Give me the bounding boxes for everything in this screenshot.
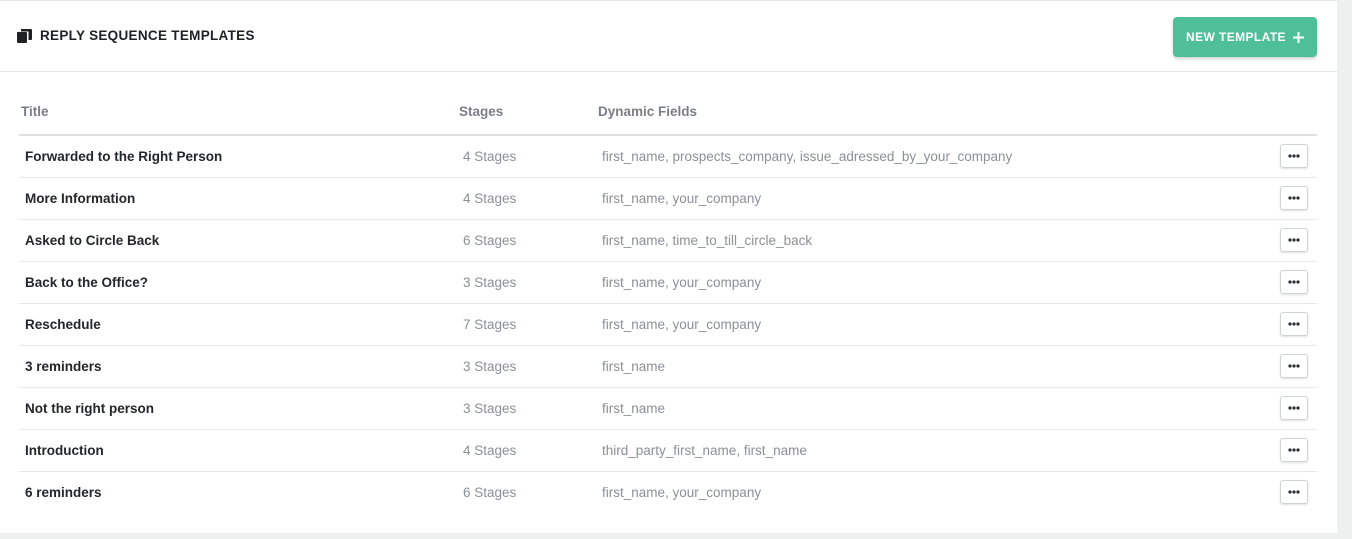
row-actions-button[interactable] xyxy=(1280,480,1308,504)
template-stages: 4 Stages xyxy=(463,191,517,206)
row-actions-button[interactable] xyxy=(1280,270,1308,294)
card-header: REPLY SEQUENCE TEMPLATES NEW TEMPLATE xyxy=(0,1,1337,72)
plus-icon xyxy=(1292,31,1304,43)
table-body: Forwarded to the Right Person 4 Stages fir… xyxy=(19,136,1317,514)
table-row[interactable]: Not the right person 3 Stages first_name xyxy=(19,388,1317,430)
template-stages: 3 Stages xyxy=(463,401,517,416)
template-stages: 3 Stages xyxy=(463,275,517,290)
templates-card: REPLY SEQUENCE TEMPLATES NEW TEMPLATE Ti… xyxy=(0,0,1337,533)
template-dynamic-fields: third_party_first_name, first_name xyxy=(602,443,807,458)
template-title[interactable]: Reschedule xyxy=(25,317,101,332)
more-horizontal-icon xyxy=(1288,490,1300,494)
table-header: Title Stages Dynamic Fields xyxy=(19,91,1317,136)
more-horizontal-icon xyxy=(1288,280,1300,284)
row-actions-button[interactable] xyxy=(1280,228,1308,252)
template-dynamic-fields: first_name, your_company xyxy=(602,191,762,206)
row-actions-button[interactable] xyxy=(1280,438,1308,462)
more-horizontal-icon xyxy=(1288,238,1300,242)
more-horizontal-icon xyxy=(1288,322,1300,326)
template-title[interactable]: Not the right person xyxy=(25,401,154,416)
more-horizontal-icon xyxy=(1288,154,1300,158)
row-actions-button[interactable] xyxy=(1280,354,1308,378)
page-title: REPLY SEQUENCE TEMPLATES xyxy=(40,28,255,43)
more-horizontal-icon xyxy=(1288,448,1300,452)
column-header-title[interactable]: Title xyxy=(21,104,49,119)
template-title[interactable]: Back to the Office? xyxy=(25,275,148,290)
more-horizontal-icon xyxy=(1288,406,1300,410)
template-title[interactable]: 6 reminders xyxy=(25,485,102,500)
template-dynamic-fields: first_name, your_company xyxy=(602,317,762,332)
template-stages: 4 Stages xyxy=(463,149,517,164)
table-row[interactable]: 3 reminders 3 Stages first_name xyxy=(19,346,1317,388)
template-title[interactable]: Asked to Circle Back xyxy=(25,233,159,248)
column-header-dynamic-fields[interactable]: Dynamic Fields xyxy=(598,104,697,119)
more-horizontal-icon xyxy=(1288,196,1300,200)
template-title[interactable]: Introduction xyxy=(25,443,104,458)
table-row[interactable]: Asked to Circle Back 6 Stages first_name, … xyxy=(19,220,1317,262)
new-template-label: NEW TEMPLATE xyxy=(1186,30,1286,44)
row-actions-button[interactable] xyxy=(1280,396,1308,420)
table-row[interactable]: More Information 4 Stages first_name, your… xyxy=(19,178,1317,220)
template-stages: 3 Stages xyxy=(463,359,517,374)
template-dynamic-fields: first_name, prospects_company, issue_adr… xyxy=(602,149,1013,164)
templates-table: Title Stages Dynamic Fields Forwarded to… xyxy=(19,91,1317,514)
copy-icon xyxy=(17,29,32,43)
template-stages: 6 Stages xyxy=(463,233,517,248)
column-header-stages[interactable]: Stages xyxy=(459,104,503,119)
table-row[interactable]: Reschedule 7 Stages first_name, your_compa… xyxy=(19,304,1317,346)
template-title[interactable]: 3 reminders xyxy=(25,359,102,374)
row-actions-button[interactable] xyxy=(1280,144,1308,168)
table-row[interactable]: Back to the Office? 3 Stages first_name, y… xyxy=(19,262,1317,304)
table-row[interactable]: Forwarded to the Right Person 4 Stages fir… xyxy=(19,136,1317,178)
template-stages: 4 Stages xyxy=(463,443,517,458)
template-title[interactable]: More Information xyxy=(25,191,135,206)
template-dynamic-fields: first_name, your_company xyxy=(602,485,762,500)
new-template-button[interactable]: NEW TEMPLATE xyxy=(1173,17,1317,57)
more-horizontal-icon xyxy=(1288,364,1300,368)
template-title[interactable]: Forwarded to the Right Person xyxy=(25,149,222,164)
table-row[interactable]: 6 reminders 6 Stages first_name, your_comp… xyxy=(19,472,1317,514)
template-dynamic-fields: first_name, your_company xyxy=(602,275,762,290)
template-dynamic-fields: first_name xyxy=(602,401,666,416)
template-dynamic-fields: first_name, time_to_till_circle_back xyxy=(602,233,813,248)
template-stages: 7 Stages xyxy=(463,317,517,332)
row-actions-button[interactable] xyxy=(1280,186,1308,210)
template-stages: 6 Stages xyxy=(463,485,517,500)
table-row[interactable]: Introduction 4 Stages third_party_first_na… xyxy=(19,430,1317,472)
template-dynamic-fields: first_name xyxy=(602,359,666,374)
row-actions-button[interactable] xyxy=(1280,312,1308,336)
